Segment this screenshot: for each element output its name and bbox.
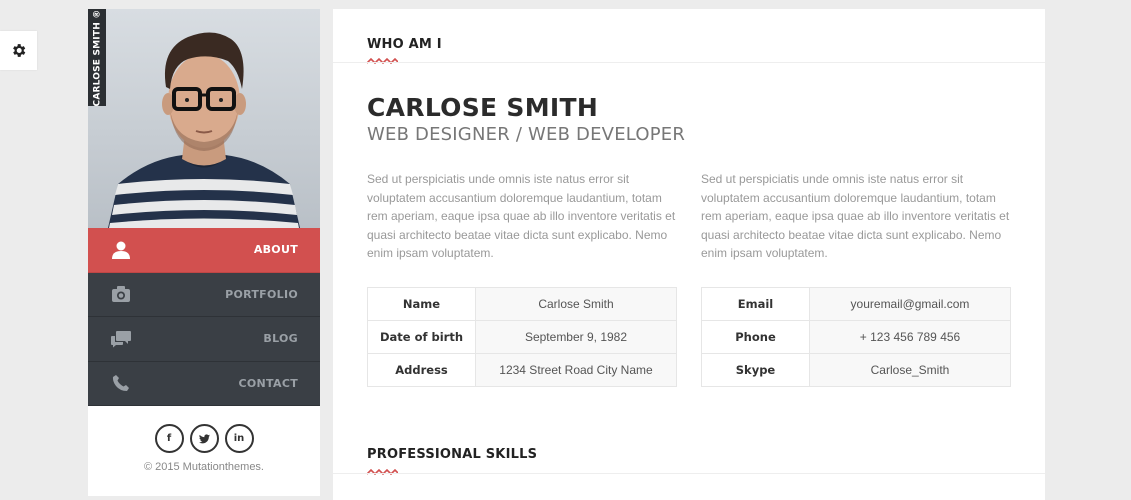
info-value: Carlose Smith [475, 287, 677, 321]
table-row: Date of birth September 9, 1982 [367, 320, 677, 354]
nav-item-blog[interactable]: BLOG [88, 317, 320, 362]
user-icon [110, 239, 132, 261]
profile-photo-illustration [108, 32, 300, 228]
nav-label-about: ABOUT [253, 243, 298, 257]
social-links: f in [88, 424, 320, 453]
nav-item-about[interactable]: ABOUT [88, 228, 320, 273]
table-row: Phone + 123 456 789 456 [701, 320, 1011, 354]
sidebar: CARLOSE SMITH ® ABOUT PORTFOLIO BLOG CON… [88, 9, 320, 496]
nav-label-portfolio: PORTFOLIO [225, 287, 298, 301]
info-table-right: Email youremail@gmail.com Phone + 123 45… [701, 287, 1011, 387]
table-row: Skype Carlose_Smith [701, 353, 1011, 387]
facebook-link[interactable]: f [154, 424, 184, 453]
info-key: Phone [701, 320, 810, 354]
twitter-icon [198, 433, 210, 443]
about-paragraph-right: Sed ut perspiciatis unde omnis iste natu… [701, 172, 1010, 260]
camera-icon [110, 283, 132, 305]
copyright: © 2015 Mutationthemes. [143, 461, 264, 473]
vertical-name-text: CARLOSE SMITH ® [92, 9, 103, 106]
table-row: Name Carlose Smith [367, 287, 677, 321]
nav-label-blog: BLOG [263, 332, 298, 346]
info-key: Name [367, 287, 476, 321]
linkedin-link[interactable]: in [224, 424, 254, 453]
info-key: Skype [701, 353, 810, 387]
info-key: Date of birth [367, 320, 476, 354]
info-value: Carlose_Smith [809, 353, 1011, 387]
linkedin-icon: in [233, 433, 245, 444]
nav-label-contact: CONTACT [238, 376, 298, 390]
table-row: Email youremail@gmail.com [701, 287, 1011, 321]
facebook-icon: f [166, 433, 172, 444]
phone-icon [110, 372, 132, 394]
info-value: 1234 Street Road City Name [475, 353, 677, 387]
info-value: + 123 456 789 456 [809, 320, 1011, 354]
info-table-left: Name Carlose Smith Date of birth Septemb… [367, 287, 677, 387]
chat-icon [110, 328, 132, 350]
section-title-skills: PROFESSIONAL SKILLS [367, 447, 538, 462]
info-key: Email [701, 287, 810, 321]
gear-icon [13, 44, 26, 57]
profile-role: WEB DESIGNER / WEB DEVELOPER [367, 124, 686, 145]
vertical-name-label: CARLOSE SMITH ® [88, 9, 106, 106]
table-row: Address 1234 Street Road City Name [367, 353, 677, 387]
divider-line [333, 473, 1045, 474]
nav-item-contact[interactable]: CONTACT [88, 361, 320, 406]
twitter-link[interactable] [189, 424, 219, 453]
about-paragraph-left: Sed ut perspiciatis unde omnis iste natu… [367, 172, 676, 260]
nav-item-portfolio[interactable]: PORTFOLIO [88, 272, 320, 317]
profile-name: CARLOSE SMITH [367, 93, 599, 122]
info-value: September 9, 1982 [475, 320, 677, 354]
divider-line [333, 62, 1045, 63]
main-nav: ABOUT PORTFOLIO BLOG CONTACT [88, 228, 320, 406]
info-value: youremail@gmail.com [809, 287, 1011, 321]
section-title-about: WHO AM I [367, 37, 442, 52]
info-key: Address [367, 353, 476, 387]
profile-photo: CARLOSE SMITH ® [88, 9, 320, 228]
settings-toggle[interactable] [0, 31, 37, 70]
main-content: WHO AM I CARLOSE SMITH WEB DESIGNER / WE… [333, 9, 1045, 500]
